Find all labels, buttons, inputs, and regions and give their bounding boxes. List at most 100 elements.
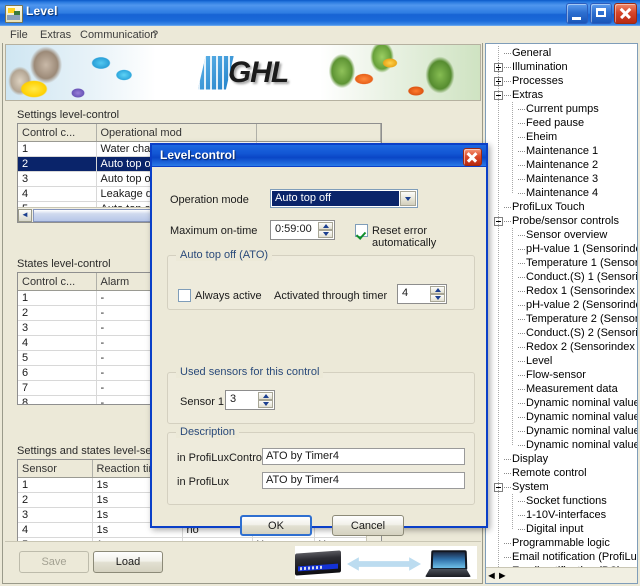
tree-item-flow-sensor[interactable]: Flow-sensor — [486, 368, 637, 382]
tree-item-sensor-overview[interactable]: Sensor overview — [486, 228, 637, 242]
settings-level-control-label: Settings level-control — [17, 109, 120, 121]
tree-connector — [518, 389, 525, 390]
tree-connector — [518, 445, 525, 446]
load-button[interactable]: Load — [93, 551, 163, 573]
tree-item-1-10v-interfaces[interactable]: 1-10V-interfaces — [486, 508, 637, 522]
spinner-up-icon[interactable] — [318, 222, 333, 230]
chevron-down-icon[interactable] — [400, 191, 416, 206]
tree-item-label: Sensor overview — [526, 229, 608, 241]
scroll-left-icon[interactable]: ◄ — [486, 570, 497, 582]
tree-item-label: Level — [526, 355, 553, 367]
in-profiluxcontrol-input[interactable]: ATO by Timer4 — [262, 448, 465, 465]
cell-sensor: 1 — [18, 477, 93, 493]
tree-item-maintenance-3[interactable]: Maintenance 3 — [486, 172, 637, 186]
navigation-tree-panel[interactable]: General Illumination Processes Extras Curren… — [485, 43, 638, 584]
minimize-button[interactable] — [566, 3, 588, 24]
save-button[interactable]: Save — [19, 551, 89, 573]
tree-item-label: Digital input — [526, 523, 584, 535]
tree-item-dynamic-nominal-value-1[interactable]: Dynamic nominal value 1 — [486, 396, 637, 410]
tree-item-general[interactable]: General — [486, 46, 637, 60]
column-header-control-c[interactable]: Control c... — [18, 124, 97, 142]
tree-item-redox-2-sensorindex-12[interactable]: Redox 2 (Sensorindex = 12) — [486, 340, 637, 354]
spinner-down-icon[interactable] — [430, 294, 445, 302]
tree-connector — [504, 221, 511, 222]
cancel-button[interactable]: Cancel — [332, 515, 404, 536]
spinner-buttons[interactable] — [430, 286, 445, 302]
tree-item-illumination[interactable]: Illumination — [486, 60, 637, 74]
cell-sensor: 3 — [18, 507, 93, 523]
tree-item-maintenance-1[interactable]: Maintenance 1 — [486, 144, 637, 158]
spinner-buttons[interactable] — [258, 392, 273, 408]
description-groupbox: Description — [167, 426, 475, 505]
menu-item-extras[interactable]: Extras — [36, 28, 75, 42]
tree-item-feed-pause[interactable]: Feed pause — [486, 116, 637, 130]
close-button[interactable] — [614, 3, 637, 24]
tree-item-ph-value-2-sensorindex-9[interactable]: pH-value 2 (Sensorindex = 9 — [486, 298, 637, 312]
tree-item-level[interactable]: Level — [486, 354, 637, 368]
tree-item-display[interactable]: Display — [486, 452, 637, 466]
tree-item-maintenance-4[interactable]: Maintenance 4 — [486, 186, 637, 200]
scroll-right-icon[interactable]: ► — [497, 570, 508, 582]
tree-item-current-pumps[interactable]: Current pumps — [486, 102, 637, 116]
tree-item-conduct-s-1-sensorindex[interactable]: Conduct.(S) 1 (Sensorindex — [486, 270, 637, 284]
max-on-time-spinner[interactable]: 0:59:00 — [270, 220, 335, 240]
activated-timer-spinner[interactable]: 4 — [397, 284, 447, 304]
column-header-sensor[interactable]: Sensor — [18, 460, 93, 478]
in-profilux-input[interactable]: ATO by Timer4 — [262, 472, 465, 489]
tree-hscrollbar[interactable]: ◄ ► — [486, 567, 637, 583]
maximize-button[interactable] — [590, 3, 612, 24]
laptop-icon — [425, 550, 471, 578]
tree-item-label: Feed pause — [526, 117, 585, 129]
spinner-down-icon[interactable] — [258, 400, 273, 408]
tree-item-temperature-2-sensorindex[interactable]: Temperature 2 (Sensorindex — [486, 312, 637, 326]
tree-item-system[interactable]: System — [486, 480, 637, 494]
cell-control-c: 4 — [18, 335, 97, 351]
tree-item-extras[interactable]: Extras — [486, 88, 637, 102]
menu-item-help[interactable]: ? — [148, 28, 162, 42]
tree-item-remote-control[interactable]: Remote control — [486, 466, 637, 480]
tree-item-redox-1-sensorindex-4[interactable]: Redox 1 (Sensorindex = 4) — [486, 284, 637, 298]
tree-connector — [518, 305, 525, 306]
tree-connector — [518, 109, 525, 110]
dialog-close-button[interactable] — [463, 148, 482, 166]
menu-item-file[interactable]: File — [6, 28, 32, 42]
sensor1-spinner[interactable]: 3 — [225, 390, 275, 410]
tree-item-conduct-s-2-sensorindex[interactable]: Conduct.(S) 2 (Sensorindex — [486, 326, 637, 340]
tree-item-programmable-logic[interactable]: Programmable logic — [486, 536, 637, 550]
scroll-left-icon[interactable]: ◄ — [18, 208, 32, 222]
tree-item-dynamic-nominal-value-2[interactable]: Dynamic nominal value 2 — [486, 410, 637, 424]
always-active-checkbox[interactable] — [178, 289, 191, 302]
cell-control-c: 4 — [18, 186, 97, 202]
column-header-extra[interactable] — [256, 124, 381, 142]
tree-item-processes[interactable]: Processes — [486, 74, 637, 88]
tree-connector — [518, 417, 525, 418]
tree-item-label: Extras — [512, 89, 544, 101]
tree-item-label: Illumination — [512, 61, 568, 73]
tree-item-email-notification-profilux[interactable]: Email notification (ProfiLux) — [486, 550, 637, 564]
column-header-operational-mode[interactable]: Operational mod — [96, 124, 257, 142]
tree-item-digital-input[interactable]: Digital input — [486, 522, 637, 536]
tree-item-socket-functions[interactable]: Socket functions — [486, 494, 637, 508]
tree-item-eheim[interactable]: Eheim — [486, 130, 637, 144]
tree-connector — [518, 151, 525, 152]
tree-item-maintenance-2[interactable]: Maintenance 2 — [486, 158, 637, 172]
ok-button[interactable]: OK — [240, 515, 312, 536]
tree-connector — [518, 277, 525, 278]
tree-item-label: Redox 1 (Sensorindex = 4) — [526, 285, 637, 297]
max-on-time-label: Maximum on-time — [170, 225, 258, 237]
spinner-down-icon[interactable] — [318, 230, 333, 238]
reset-error-checkbox[interactable] — [355, 224, 368, 237]
tree-item-temperature-1-sensorindex[interactable]: Temperature 1 (Sensorindex — [486, 256, 637, 270]
cell-control-c: 3 — [18, 171, 97, 187]
tree-item-ph-value-1-sensorindex-1[interactable]: pH-value 1 (Sensorindex = 1 — [486, 242, 637, 256]
operation-mode-combobox[interactable]: Auto top off — [270, 189, 418, 208]
column-header-control-c[interactable]: Control c... — [18, 273, 97, 291]
tree-item-dynamic-nominal-value-4[interactable]: Dynamic nominal value 4 — [486, 438, 637, 452]
tree-item-dynamic-nominal-value-3[interactable]: Dynamic nominal value 3 — [486, 424, 637, 438]
tree-item-profilux-touch[interactable]: ProfiLux Touch — [486, 200, 637, 214]
tree-item-measurement-data[interactable]: Measurement data — [486, 382, 637, 396]
spinner-up-icon[interactable] — [258, 392, 273, 400]
spinner-up-icon[interactable] — [430, 286, 445, 294]
spinner-buttons[interactable] — [318, 222, 333, 238]
tree-item-probe-sensor-controls[interactable]: Probe/sensor controls — [486, 214, 637, 228]
